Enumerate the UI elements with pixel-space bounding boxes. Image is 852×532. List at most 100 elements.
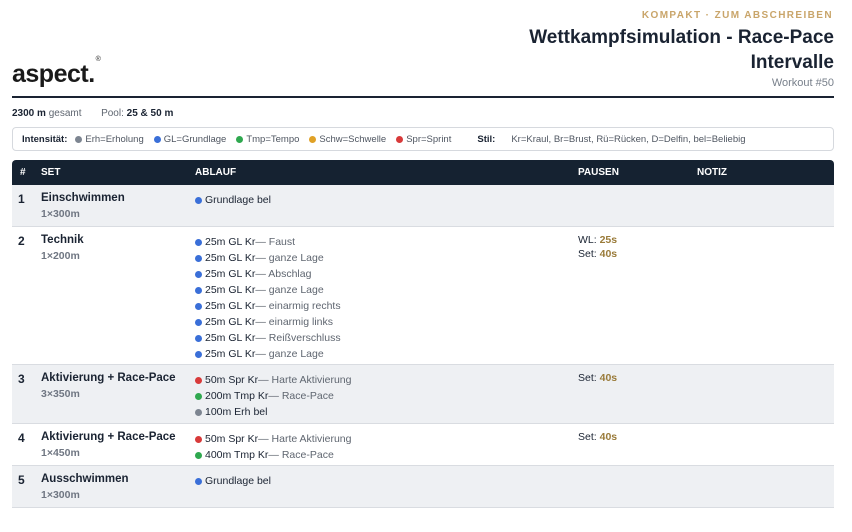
step-item: 25m GL Kr — einarmig rechts bbox=[195, 298, 341, 314]
step-detail: — Harte Aktivierung bbox=[258, 374, 352, 386]
pause-line: Set: 40s bbox=[578, 431, 617, 445]
step-item: 50m Spr Kr — Harte Aktivierung bbox=[195, 431, 351, 447]
step-main: Grundlage bel bbox=[205, 194, 271, 206]
step-detail: — ganze Lage bbox=[255, 348, 324, 360]
step-main: 200m Tmp Kr bbox=[205, 390, 269, 402]
intensity-dot-icon bbox=[195, 270, 202, 278]
step-main: 400m Tmp Kr bbox=[205, 449, 269, 461]
step-item: 25m GL Kr — ganze Lage bbox=[195, 250, 341, 266]
style-label: Stil: bbox=[477, 133, 496, 145]
pause-label: Set: bbox=[578, 248, 600, 260]
step-item: Grundlage bel bbox=[195, 473, 271, 489]
pause-line: Set: 40s bbox=[578, 372, 617, 386]
legend-box: Intensität: Erh=Erholung GL=Grundlage Tmp=… bbox=[12, 127, 834, 151]
table-row: 3 Aktivierung + Race-Pace 3×350m 50m Spr Kr… bbox=[12, 365, 834, 424]
step-detail: — einarmig rechts bbox=[255, 300, 341, 312]
table-body: 1 Einschwimmen 1×300m Grundlage bel 2 Technik… bbox=[12, 185, 834, 508]
set-cell: Einschwimmen 1×300m bbox=[41, 192, 125, 220]
step-main: 25m GL Kr bbox=[205, 332, 256, 344]
pool-label: Pool: bbox=[101, 108, 124, 119]
intensity-dot-icon bbox=[195, 196, 202, 204]
table-row: 5 Ausschwimmen 1×300m Grundlage bel bbox=[12, 466, 834, 508]
workout-number: Workout #50 bbox=[771, 77, 834, 89]
set-count: 1×200m bbox=[41, 250, 80, 262]
intensity-label: Intensität: bbox=[22, 133, 68, 145]
set-name: Aktivierung + Race-Pace bbox=[41, 372, 176, 384]
set-number: 3 bbox=[18, 372, 25, 386]
step-detail: — Race-Pace bbox=[268, 390, 334, 402]
title-block: Wettkampfsimulation - Race-Pace Interval… bbox=[529, 25, 834, 89]
pool-value: 25 & 50 m bbox=[126, 108, 174, 119]
pauses-cell: Set: 40s bbox=[578, 431, 617, 445]
step-detail: — Faust bbox=[255, 236, 296, 248]
set-cell: Aktivierung + Race-Pace 3×350m bbox=[41, 372, 176, 400]
intensity-dot-icon bbox=[195, 286, 202, 294]
step-detail: — einarmig links bbox=[255, 316, 333, 328]
legend-item: Erh=Erholung bbox=[75, 133, 144, 145]
pause-value: 25s bbox=[599, 234, 618, 246]
legend-item: GL=Grundlage bbox=[153, 133, 227, 145]
intensity-dot-icon bbox=[195, 350, 202, 358]
step-item: 25m GL Kr — Reißverschluss bbox=[195, 330, 341, 346]
set-number: 5 bbox=[18, 473, 25, 487]
step-main: 25m GL Kr bbox=[205, 268, 256, 280]
step-main: 25m GL Kr bbox=[205, 236, 256, 248]
set-number: 4 bbox=[18, 431, 25, 445]
step-detail: — Harte Aktivierung bbox=[258, 433, 352, 445]
pause-label: Set: bbox=[578, 431, 600, 443]
pauses-cell: WL: 25s Set: 40s bbox=[578, 234, 617, 262]
legend-item-label: GL=Grundlage bbox=[163, 133, 227, 145]
table-row: 4 Aktivierung + Race-Pace 1×450m 50m Spr Kr… bbox=[12, 424, 834, 466]
step-main: 100m Erh bel bbox=[205, 406, 268, 418]
step-main: 25m GL Kr bbox=[205, 348, 256, 360]
intensity-dot-icon bbox=[195, 392, 202, 400]
intensity-dot-icon bbox=[195, 318, 202, 326]
step-item: 200m Tmp Kr — Race-Pace bbox=[195, 388, 351, 404]
intensity-dot-icon bbox=[195, 302, 202, 310]
col-header-num: # bbox=[20, 167, 26, 178]
step-item: 25m GL Kr — ganze Lage bbox=[195, 282, 341, 298]
steps-cell: Grundlage bel bbox=[195, 473, 271, 489]
legend-item: Tmp=Tempo bbox=[236, 134, 299, 145]
legend-item-label: Schw=Schwelle bbox=[319, 133, 387, 145]
set-name: Einschwimmen bbox=[41, 192, 125, 204]
step-item: 400m Tmp Kr — Race-Pace bbox=[195, 447, 351, 463]
document-kicker: KOMPAKT · ZUM ABSCHREIBEN bbox=[641, 10, 833, 21]
set-name: Aktivierung + Race-Pace bbox=[41, 431, 176, 443]
step-item: 25m GL Kr — einarmig links bbox=[195, 314, 341, 330]
col-header-pauses: PAUSEN bbox=[578, 167, 619, 178]
intensity-legend: Erh=Erholung GL=Grundlage Tmp=Tempo Schw=Sc… bbox=[75, 134, 461, 145]
pause-label: Set: bbox=[578, 372, 600, 384]
workout-title-line-1: Wettkampfsimulation - Race-Pace bbox=[529, 27, 834, 48]
total-label: gesamt bbox=[48, 108, 82, 119]
pauses-cell: Set: 40s bbox=[578, 372, 617, 386]
legend-item-label: Erh=Erholung bbox=[85, 133, 144, 145]
legend-item-label: Spr=Sprint bbox=[406, 133, 452, 145]
intensity-dot-icon bbox=[195, 254, 202, 262]
step-main: 25m GL Kr bbox=[205, 300, 256, 312]
logo-text: aspect. bbox=[12, 60, 95, 88]
pause-value: 40s bbox=[599, 372, 618, 384]
table-row: 2 Technik 1×200m 25m GL Kr — Faust 25m GL Kr… bbox=[12, 227, 834, 365]
set-count: 1×450m bbox=[41, 447, 80, 459]
step-detail: — Race-Pace bbox=[268, 449, 334, 461]
step-detail: — Abschlag bbox=[255, 268, 312, 280]
sets-table: # SET ABLAUF PAUSEN NOTIZ 1 Einschwimmen 1… bbox=[12, 160, 834, 508]
step-main: 50m Spr Kr bbox=[205, 433, 259, 445]
set-number: 1 bbox=[18, 192, 25, 206]
col-header-steps: ABLAUF bbox=[195, 167, 237, 178]
pause-line: Set: 40s bbox=[578, 248, 617, 262]
intensity-dot-icon bbox=[195, 376, 202, 384]
step-main: Grundlage bel bbox=[205, 475, 271, 487]
steps-cell: Grundlage bel bbox=[195, 192, 271, 208]
intensity-dot-icon bbox=[75, 135, 83, 143]
step-item: 25m GL Kr — ganze Lage bbox=[195, 346, 341, 362]
steps-cell: 50m Spr Kr — Harte Aktivierung 200m Tmp K… bbox=[195, 372, 351, 420]
pause-line: WL: 25s bbox=[578, 234, 617, 248]
registered-mark: ® bbox=[95, 55, 101, 63]
step-main: 25m GL Kr bbox=[205, 316, 256, 328]
legend-item: Spr=Sprint bbox=[396, 134, 451, 145]
step-detail: — Reißverschluss bbox=[255, 332, 341, 344]
set-number: 2 bbox=[18, 234, 25, 248]
set-cell: Technik 1×200m bbox=[41, 234, 84, 262]
